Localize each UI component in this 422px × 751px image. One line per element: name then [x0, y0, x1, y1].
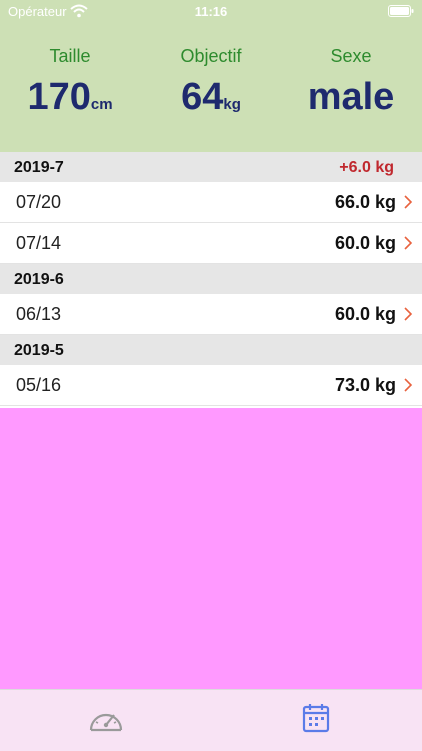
- entry-date: 06/13: [16, 304, 62, 324]
- sex-stat: Sexe male: [281, 46, 421, 119]
- list-item[interactable]: 07/14 60.0 kg: [0, 223, 422, 264]
- chevron-right-icon: [404, 195, 413, 209]
- weight-history-list: 2019-7 +6.0 kg 07/20 66.0 kg 07/14 60.0 …: [0, 152, 422, 406]
- entry-weight: 60.0 kg: [334, 233, 396, 253]
- tab-bar: [0, 689, 422, 751]
- section-weight-diff: +6.0 kg: [339, 159, 394, 176]
- goal-value: 64: [181, 76, 224, 118]
- calendar-icon[interactable]: [296, 702, 336, 736]
- list-item[interactable]: 07/20 66.0 kg: [0, 182, 422, 223]
- sex-value: male: [307, 76, 395, 118]
- section-header: 2019-6: [0, 264, 422, 294]
- list-item[interactable]: 06/13 60.0 kg: [0, 294, 422, 335]
- status-bar: Opérateur 11:16: [0, 0, 422, 22]
- profile-header: Taille 170cm Objectif 64kg Sexe male: [0, 22, 422, 152]
- goal-unit: kg: [223, 96, 241, 113]
- chevron-right-icon: [404, 378, 413, 392]
- height-value: 170: [27, 76, 91, 118]
- section-header: 2019-5: [0, 335, 422, 365]
- entry-weight: 66.0 kg: [334, 192, 396, 212]
- section-month: 2019-6: [14, 271, 64, 288]
- section-month: 2019-5: [14, 342, 64, 359]
- height-unit: cm: [90, 96, 113, 113]
- goal-label: Objectif: [180, 46, 242, 66]
- goal-stat: Objectif 64kg: [141, 46, 281, 127]
- height-stat: Taille 170cm: [0, 46, 140, 127]
- entry-weight: 60.0 kg: [334, 304, 396, 324]
- chevron-right-icon: [404, 236, 413, 250]
- list-item[interactable]: 05/16 73.0 kg: [0, 365, 422, 406]
- empty-area: [0, 408, 422, 689]
- entry-date: 07/20: [16, 192, 62, 212]
- goal-value-group: 64kg: [141, 75, 281, 127]
- battery-icon: [388, 5, 414, 17]
- sex-label: Sexe: [330, 46, 372, 66]
- entry-weight: 73.0 kg: [334, 375, 396, 395]
- entry-date: 07/14: [16, 233, 62, 253]
- chevron-right-icon: [404, 307, 413, 321]
- height-label: Taille: [49, 46, 91, 66]
- speedometer-icon[interactable]: [86, 702, 126, 736]
- status-time: 11:16: [194, 4, 228, 19]
- section-month: 2019-7: [14, 159, 64, 176]
- height-value-group: 170cm: [0, 75, 140, 127]
- section-header: 2019-7 +6.0 kg: [0, 152, 422, 182]
- entry-date: 05/16: [16, 375, 62, 395]
